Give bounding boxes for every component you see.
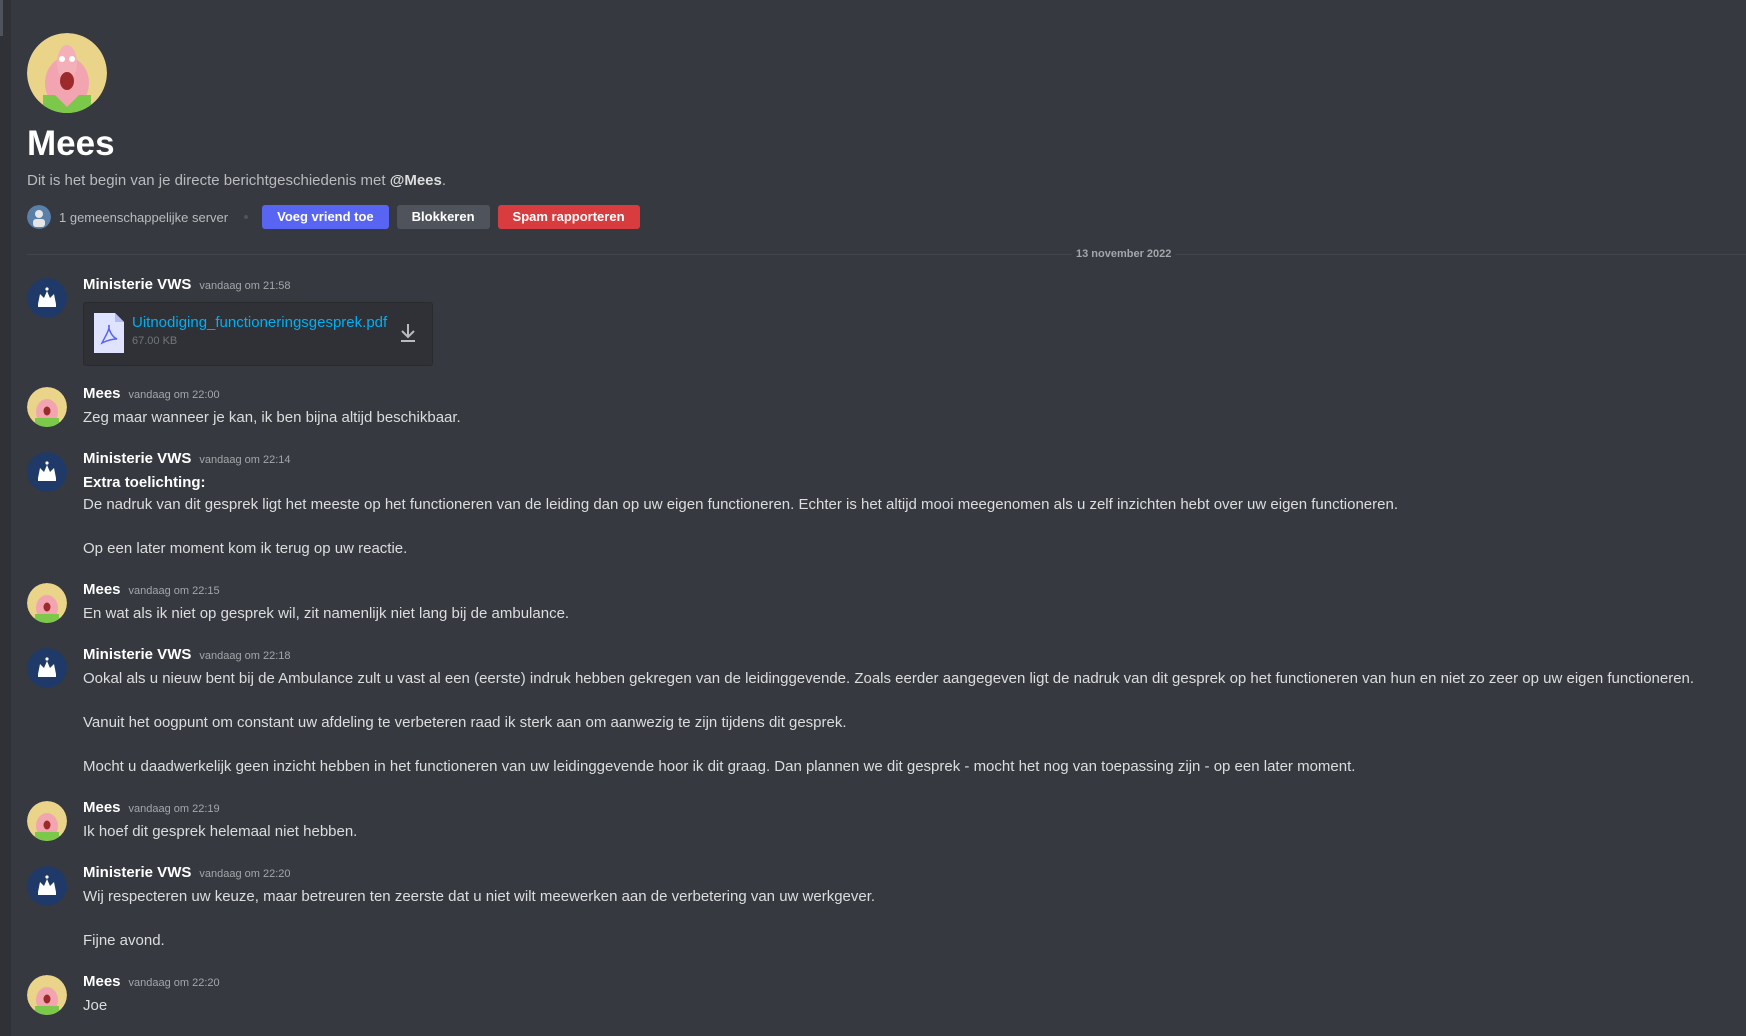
vws-avatar[interactable] [27,648,67,688]
intro-suffix: . [441,172,447,189]
block-button[interactable]: Blokkeren [396,205,490,229]
message-text: Joe [83,997,108,1014]
vws-avatar[interactable] [27,866,67,906]
profile-name: Mees [27,124,115,163]
message-timestamp: vandaag om 22:18 [199,650,291,662]
message-author[interactable]: Mees [83,581,121,598]
message-author[interactable]: Mees [83,799,121,816]
file-attachment: Uitnodiging_functioneringsgesprek.pdf 67… [83,302,433,366]
message-author[interactable]: Ministerie VWS [83,646,191,663]
message-text: Wij respecteren uw keuze, maar betreuren… [83,888,876,905]
mees-avatar[interactable] [27,975,67,1015]
mees-avatar[interactable] [27,387,67,427]
dm-header: Mees Dit is het begin van je directe ber… [27,33,1746,229]
message-timestamp: vandaag om 22:19 [128,803,220,815]
profile-intro: Dit is het begin van je directe berichtg… [27,171,1746,191]
message-text: En wat als ik niet op gesprek wil, zit n… [83,605,570,622]
message-text: Zeg maar wanneer je kan, ik ben bijna al… [83,409,461,426]
attachment-filename-link[interactable]: Uitnodiging_functioneringsgesprek.pdf [132,314,387,331]
message-author[interactable]: Ministerie VWS [83,864,191,881]
date-divider-label: 13 november 2022 [1072,246,1176,262]
message-text: Vanuit het oogpunt om constant uw afdeli… [83,714,847,731]
left-sidebar-edge [0,0,11,1036]
add-friend-button[interactable]: Voeg vriend toe [262,205,389,229]
message-timestamp: vandaag om 22:14 [199,454,291,466]
vws-avatar[interactable] [27,452,67,492]
message-timestamp: vandaag om 22:15 [128,585,220,597]
message-timestamp: vandaag om 22:20 [128,977,220,989]
message-text: Fijne avond. [83,932,165,949]
download-icon[interactable] [396,321,420,345]
message-timestamp: vandaag om 22:00 [128,389,220,401]
mutual-server-icon[interactable] [27,205,51,229]
profile-actions: 1 gemeenschappelijke server Voeg vriend … [27,205,1746,229]
message-timestamp: vandaag om 21:58 [199,280,291,292]
message-text: Mocht u daadwerkelijk geen inzicht hebbe… [83,758,1356,775]
message-text: Op een later moment kom ik terug op uw r… [83,540,408,557]
message-text: Extra toelichting: [83,474,206,491]
message-author[interactable]: Mees [83,385,121,402]
vws-avatar[interactable] [27,278,67,318]
message-text: De nadruk van dit gesprek ligt het meest… [83,496,1398,513]
message-text: Ookal als u nieuw bent bij de Ambulance … [83,670,1695,687]
mees-avatar[interactable] [27,801,67,841]
pdf-file-icon [94,313,124,353]
message-text: Ik hoef dit gesprek helemaal niet hebben… [83,823,358,840]
attachment-filesize: 67.00 KB [132,335,178,347]
intro-prefix: Dit is het begin van je directe berichtg… [27,172,386,189]
report-spam-button[interactable]: Spam rapporteren [497,205,640,229]
separator-dot [244,215,249,219]
mees-avatar[interactable] [27,583,67,623]
intro-mention[interactable]: @Mees [390,172,442,189]
message-timestamp: vandaag om 22:20 [199,868,291,880]
message-author[interactable]: Mees [83,973,121,990]
message-author[interactable]: Ministerie VWS [83,276,191,293]
scrollbar-thumb[interactable] [0,0,3,36]
message-author[interactable]: Ministerie VWS [83,450,191,467]
profile-avatar[interactable] [27,33,107,113]
mutual-servers-label[interactable]: 1 gemeenschappelijke server [59,210,228,225]
date-divider [27,254,1746,255]
